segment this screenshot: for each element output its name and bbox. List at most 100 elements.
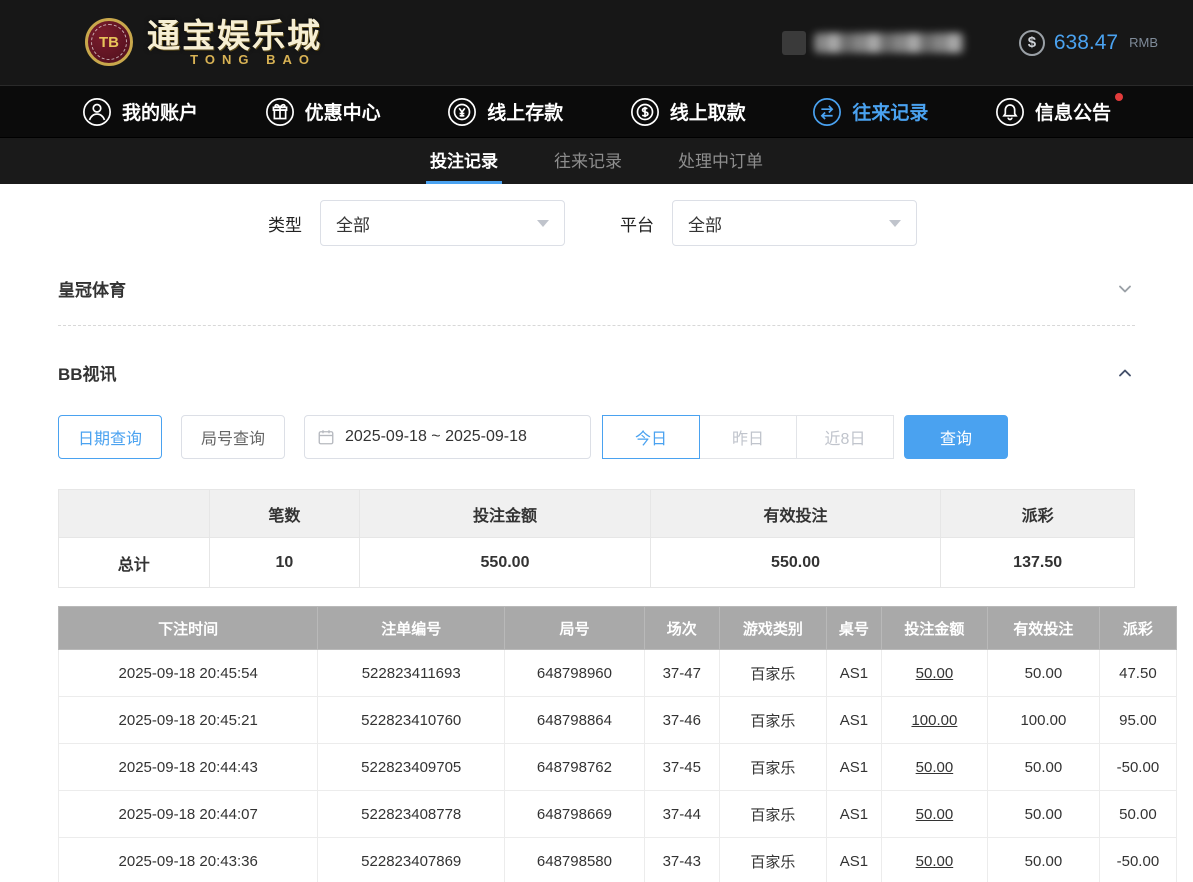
bet-amount-link[interactable]: 50.00 [880,790,989,838]
nav-label: 线上取款 [669,103,746,124]
top-bar: TB 通宝娱乐城 TONG BAO $ 638.47 RMB [0,0,1193,85]
tab-processing-orders[interactable]: 处理中订单 [674,138,767,184]
brand-title: 通宝娱乐城 [147,16,322,54]
type-select[interactable]: 全部 [320,200,565,246]
date-query-button[interactable]: 日期查询 [58,415,162,459]
bet-amount-link[interactable]: 50.00 [880,743,989,791]
logo-chip-icon: TB [85,18,133,67]
col-session: 场次 [643,606,720,650]
table-row: 2025-09-18 20:45:21 522823410760 6487988… [57,696,1178,744]
nav-item-deposit[interactable]: 线上存款 [447,97,563,127]
summary-header-count: 笔数 [208,489,361,538]
cell-game: 百家乐 [718,790,828,838]
cell-valid-bet: 50.00 [987,743,1100,791]
cell-game: 百家乐 [718,837,828,882]
logo-badge-text: TB [99,33,119,51]
bet-amount-link[interactable]: 100.00 [880,696,989,744]
cell-time: 2025-09-18 20:44:43 [57,743,319,791]
notification-dot [1114,92,1123,101]
user-icon [82,97,112,127]
chevron-down-icon [537,219,549,227]
summary-total-bet-amount: 550.00 [359,537,651,588]
cell-bet-id: 522823409705 [317,743,506,791]
cell-payout: 47.50 [1098,649,1178,697]
summary-table: 笔数 投注金额 有效投注 派彩 总计 10 550.00 550.00 137.… [58,489,1135,588]
cell-table: AS1 [826,837,882,882]
balance-amount: 638.47 [1053,30,1119,54]
cell-game: 百家乐 [718,743,828,791]
round-query-button[interactable]: 局号查询 [181,415,285,459]
nav-item-transaction-records[interactable]: 往来记录 [812,97,928,127]
calendar-icon [318,430,334,445]
cell-valid-bet: 50.00 [987,837,1100,882]
user-avatar[interactable] [781,30,806,55]
cell-payout: 95.00 [1098,696,1178,744]
withdraw-coin-icon [630,97,660,127]
cell-table: AS1 [826,649,882,697]
gift-icon [265,97,295,127]
summary-total-count: 10 [208,537,361,588]
cell-round: 648798762 [504,743,645,791]
cell-time: 2025-09-18 20:44:07 [57,790,319,838]
query-bar: 日期查询 局号查询 2025-09-18 ~ 2025-09-18 今日 昨日 … [58,415,1135,459]
date-range-value: 2025-09-18 ~ 2025-09-18 [345,428,527,445]
cell-round: 648798580 [504,837,645,882]
chevron-down-icon[interactable] [1115,279,1135,299]
section-bb-video[interactable]: BB视讯 [58,360,1135,385]
summary-header-bet-amount: 投注金额 [359,489,651,538]
sub-nav: 投注记录 往来记录 处理中订单 [0,137,1193,184]
bet-amount-link[interactable]: 50.00 [880,649,989,697]
cell-round: 648798960 [504,649,645,697]
section-crown-sports[interactable]: 皇冠体育 [58,276,1135,301]
brand-subtitle: TONG BAO [190,52,316,68]
detail-header-row: 下注时间 注单编号 局号 场次 游戏类别 桌号 投注金额 有效投注 派彩 [57,606,1178,650]
nav-label: 信息公告 [1034,103,1111,124]
bell-icon [995,97,1025,127]
type-select-value: 全部 [336,215,370,235]
quick-range-group: 今日 昨日 近8日 [602,415,894,459]
col-game: 游戏类别 [718,606,828,650]
today-button[interactable]: 今日 [602,415,700,459]
cell-bet-id: 522823408778 [317,790,506,838]
cell-time: 2025-09-18 20:43:36 [57,837,319,882]
col-table: 桌号 [826,606,882,650]
account-area: $ 638.47 RMB [781,29,1158,56]
tab-transaction-records[interactable]: 往来记录 [550,138,626,184]
table-row: 2025-09-18 20:44:07 522823408778 6487986… [57,790,1178,838]
table-row: 2025-09-18 20:43:36 522823407869 6487985… [57,837,1178,882]
cell-table: AS1 [826,790,882,838]
logo-text: 通宝娱乐城 TONG BAO [147,16,322,68]
nav-label: 优惠中心 [304,103,381,124]
summary-header-blank [58,489,210,538]
nav-label: 往来记录 [852,103,929,124]
tab-betting-records[interactable]: 投注记录 [426,138,502,184]
search-button[interactable]: 查询 [904,415,1008,459]
table-row: 2025-09-18 20:44:43 522823409705 6487987… [57,743,1178,791]
nav-item-my-account[interactable]: 我的账户 [82,97,198,127]
username-redacted[interactable] [813,32,964,53]
nav-item-promotions[interactable]: 优惠中心 [265,97,381,127]
cell-table: AS1 [826,743,882,791]
logo[interactable]: TB 通宝娱乐城 TONG BAO [85,16,322,68]
cell-payout: -50.00 [1098,743,1178,791]
cell-round: 648798669 [504,790,645,838]
platform-select[interactable]: 全部 [672,200,917,246]
date-range-input[interactable]: 2025-09-18 ~ 2025-09-18 [304,415,591,459]
cell-payout: 50.00 [1098,790,1178,838]
yesterday-button[interactable]: 昨日 [699,415,797,459]
section-title: BB视讯 [58,365,117,384]
cell-bet-id: 522823411693 [317,649,506,697]
summary-total-row: 总计 10 550.00 550.00 137.50 [58,537,1135,588]
col-payout: 派彩 [1098,606,1178,650]
last-8-days-button[interactable]: 近8日 [796,415,894,459]
cell-session: 37-45 [643,743,720,791]
deposit-coin-icon [447,97,477,127]
page: TB 通宝娱乐城 TONG BAO $ 638.47 RMB 我的账户 优惠中心… [0,0,1193,882]
bet-amount-link[interactable]: 50.00 [880,837,989,882]
chevron-up-icon[interactable] [1115,363,1135,383]
nav-label: 我的账户 [122,103,199,124]
transfer-arrows-icon [812,97,842,127]
nav-item-withdraw[interactable]: 线上取款 [630,97,746,127]
nav-item-announcements[interactable]: 信息公告 [995,92,1123,127]
cell-payout: -50.00 [1098,837,1178,882]
